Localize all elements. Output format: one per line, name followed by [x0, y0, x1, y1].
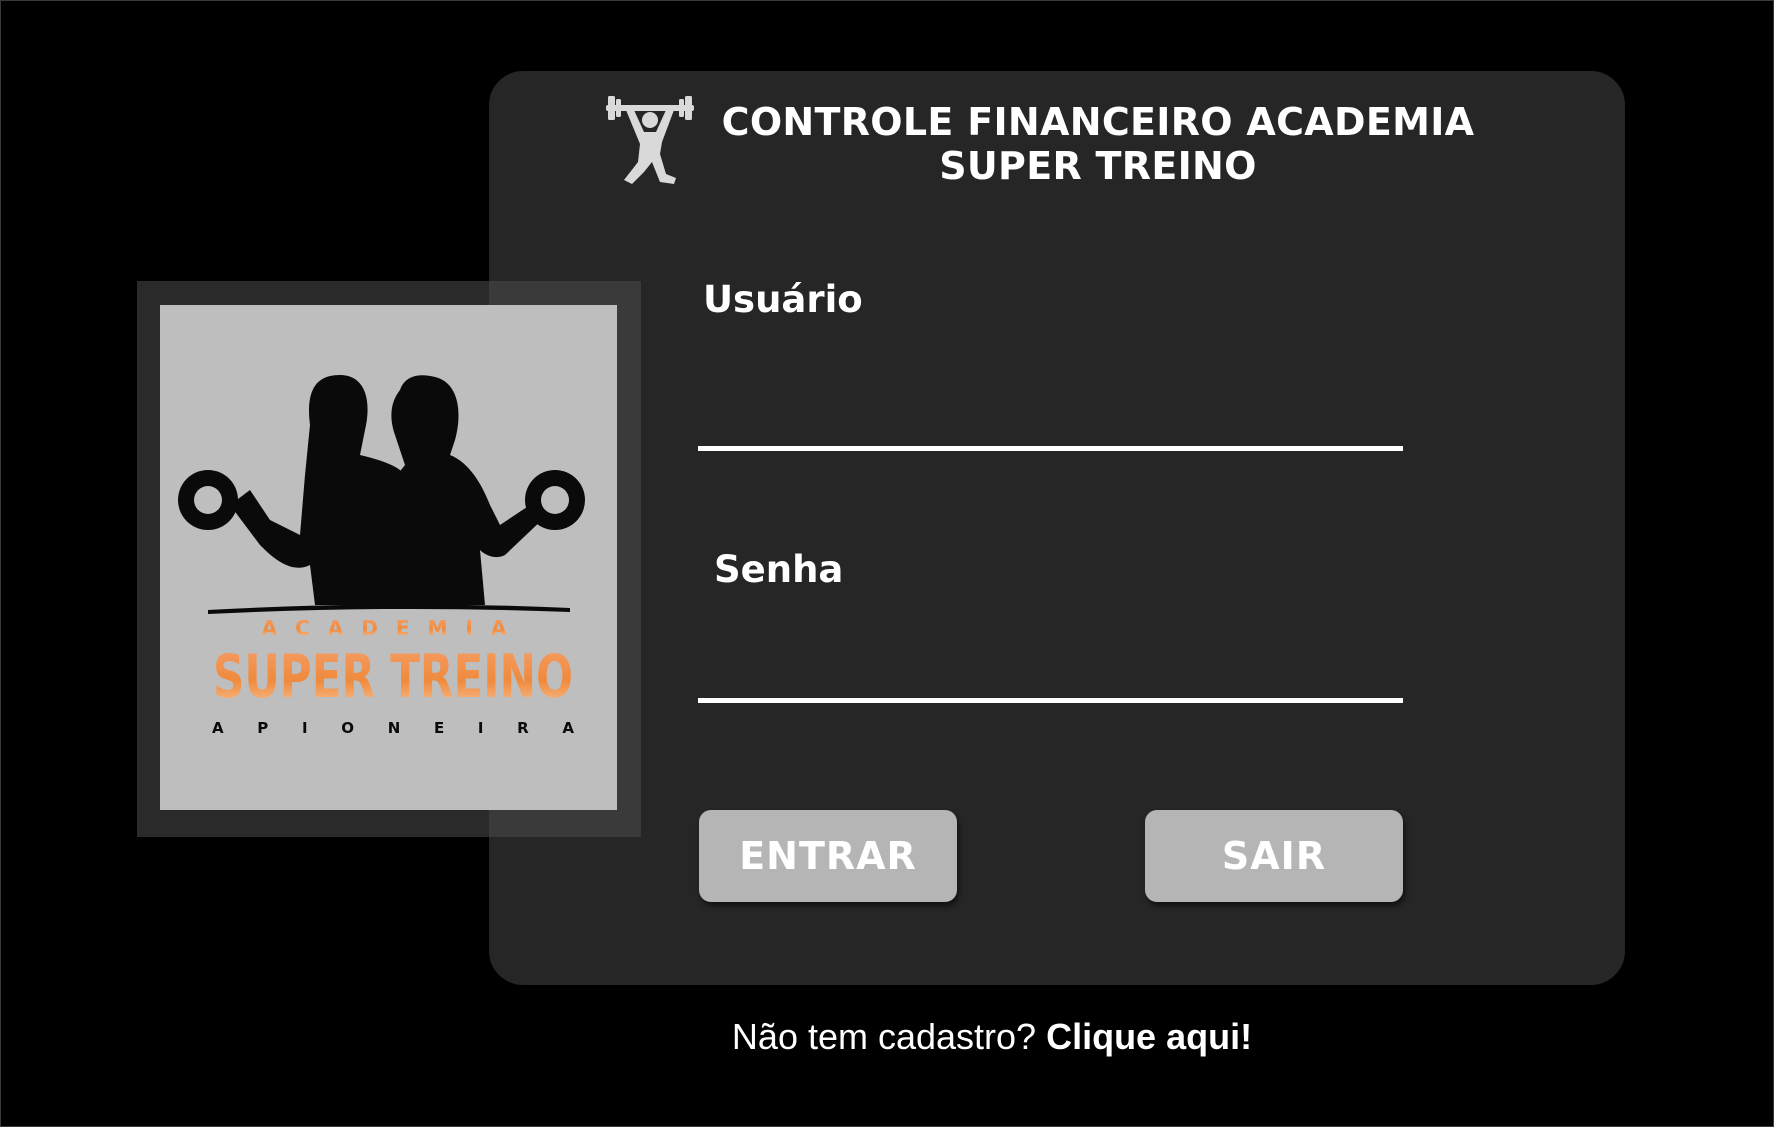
gym-logo: ACADEMIA SUPER TREINO A P I O N E I R A	[160, 305, 617, 810]
login-panel	[489, 71, 1625, 985]
page-title: CONTROLE FINANCEIRO ACADEMIA SUPER TREIN…	[698, 100, 1498, 188]
logo-small-text: ACADEMIA	[262, 616, 525, 640]
title-line-1: CONTROLE FINANCEIRO ACADEMIA	[721, 100, 1475, 144]
enter-button[interactable]: ENTRAR	[699, 810, 957, 902]
title-line-2: SUPER TREINO	[939, 144, 1257, 188]
weightlifter-icon	[604, 92, 696, 187]
signup-prompt: Não tem cadastro? Clique aqui!	[0, 1016, 1774, 1058]
password-label: Senha	[714, 548, 844, 591]
username-input[interactable]	[698, 391, 1403, 451]
username-label: Usuário	[703, 278, 863, 321]
logo-brand-text: SUPER TREINO	[213, 642, 573, 712]
logo-tagline: A P I O N E I R A	[212, 719, 574, 737]
signup-link[interactable]: Clique aqui!	[1046, 1016, 1252, 1057]
signup-prompt-text: Não tem cadastro?	[731, 1016, 1047, 1057]
exit-button[interactable]: SAIR	[1145, 810, 1403, 902]
app-header: CONTROLE FINANCEIRO ACADEMIA SUPER TREIN…	[604, 92, 1504, 202]
password-input[interactable]	[698, 643, 1403, 703]
